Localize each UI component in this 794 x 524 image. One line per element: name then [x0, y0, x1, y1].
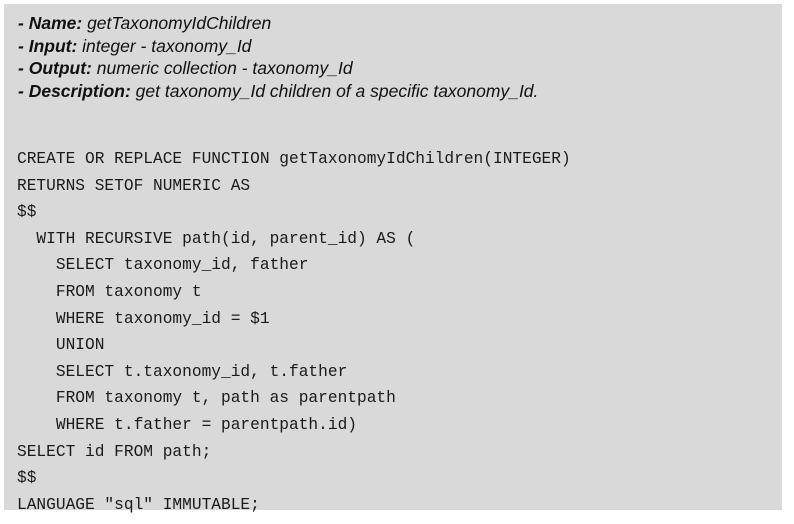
dash: - — [18, 58, 29, 78]
code-line: CREATE OR REPLACE FUNCTION getTaxonomyId… — [17, 150, 571, 168]
sql-code-block: CREATE OR REPLACE FUNCTION getTaxonomyId… — [17, 146, 571, 518]
code-line: $$ — [17, 469, 37, 488]
metadata-value: get taxonomy_Id children of a specific t… — [130, 80, 539, 101]
metadata-name: - Name: getTaxonomyIdChildren — [18, 12, 538, 35]
metadata-key: Input: — [28, 35, 78, 56]
code-line: SELECT t.taxonomy_id, t.father — [17, 362, 348, 381]
function-metadata: - Name: getTaxonomyIdChildren - Input: i… — [18, 12, 538, 102]
dash: - — [18, 35, 29, 56]
metadata-description: - Description: get taxonomy_Id children … — [18, 80, 538, 103]
code-line: FROM taxonomy t — [17, 282, 202, 301]
code-line: RETURNS SETOF NUMERIC AS — [17, 176, 251, 195]
code-line: WITH RECURSIVE path(id, parent_id) AS ( — [17, 229, 416, 248]
metadata-value: integer - taxonomy_Id — [77, 35, 252, 56]
code-line: WHERE taxonomy_id = $1 — [17, 309, 270, 328]
metadata-key: Output: — [28, 58, 92, 78]
metadata-key: Description: — [28, 80, 131, 101]
code-line: SELECT taxonomy_id, father — [17, 256, 309, 275]
metadata-value: numeric collection - taxonomy_Id — [91, 58, 353, 78]
code-line: UNION — [17, 336, 105, 355]
code-line: $$ — [17, 203, 37, 222]
metadata-output: - Output: numeric collection - taxonomy_… — [18, 57, 538, 80]
metadata-input: - Input: integer - taxonomy_Id — [18, 35, 538, 58]
dash: - — [18, 13, 29, 33]
code-line: SELECT id FROM path; — [17, 442, 212, 461]
metadata-key: Name: — [28, 13, 83, 33]
code-line: LANGUAGE "sql" IMMUTABLE; — [17, 495, 260, 514]
metadata-value: getTaxonomyIdChildren — [82, 13, 272, 33]
dash: - — [18, 80, 29, 101]
code-line: WHERE t.father = parentpath.id) — [17, 415, 357, 434]
code-line: FROM taxonomy t, path as parentpath — [17, 389, 396, 408]
function-spec-panel: - Name: getTaxonomyIdChildren - Input: i… — [4, 4, 782, 514]
